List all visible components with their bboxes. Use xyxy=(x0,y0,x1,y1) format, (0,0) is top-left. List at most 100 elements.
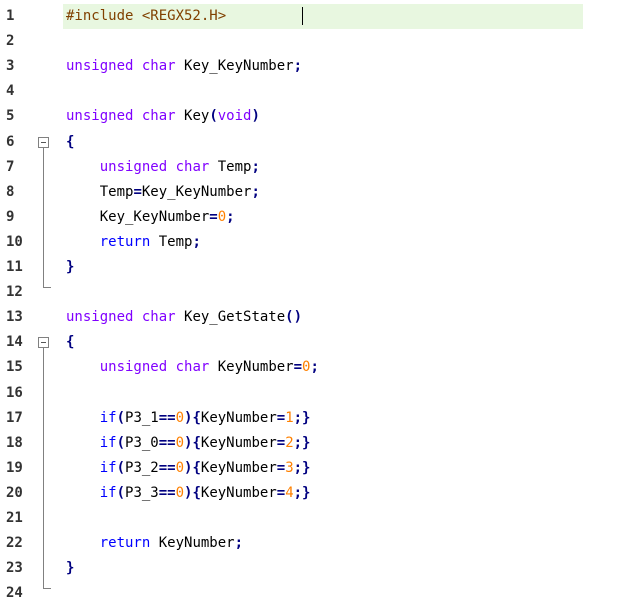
fold-end-marker xyxy=(43,581,51,590)
code-token: ; xyxy=(192,233,201,250)
code-line[interactable]: 18 if(P3_0==0){KeyNumber=2;} xyxy=(0,431,631,456)
fold-collapse-icon[interactable] xyxy=(38,136,49,148)
code-token: Key xyxy=(175,108,210,125)
code-line[interactable]: 4 xyxy=(0,79,631,104)
code-line-content[interactable]: unsigned char Temp; xyxy=(63,155,583,180)
code-line[interactable]: 20 if(P3_3==0){KeyNumber=4;} xyxy=(0,481,631,506)
code-token: = xyxy=(276,434,286,451)
code-text: #include <REGX52.H> xyxy=(66,4,226,29)
code-token: Temp xyxy=(66,183,134,200)
code-line-content[interactable]: if(P3_2==0){KeyNumber=3;} xyxy=(63,456,583,481)
code-text: { xyxy=(66,130,74,155)
code-line-content[interactable]: { xyxy=(63,330,583,355)
line-number: 10 xyxy=(6,233,23,250)
code-token: KeyNumber xyxy=(150,535,235,552)
code-line[interactable]: 17 if(P3_1==0){KeyNumber=1;} xyxy=(0,406,631,431)
code-line-content[interactable]: if(P3_0==0){KeyNumber=2;} xyxy=(63,431,583,456)
line-number: 19 xyxy=(6,459,23,476)
code-line[interactable]: 8 Temp=Key_KeyNumber; xyxy=(0,180,631,205)
code-line-content[interactable]: } xyxy=(63,255,583,280)
code-line[interactable]: 15 unsigned char KeyNumber=0; xyxy=(0,355,631,380)
code-token: } xyxy=(66,259,75,275)
code-line-content[interactable]: { xyxy=(63,130,583,155)
code-text: if(P3_3==0){KeyNumber=4;} xyxy=(66,481,311,506)
fold-collapse-icon[interactable] xyxy=(38,337,49,349)
code-token: unsigned xyxy=(66,309,134,326)
code-line-content[interactable] xyxy=(63,79,583,104)
code-line[interactable]: 24 xyxy=(0,581,631,606)
line-number: 1 xyxy=(6,8,15,24)
code-line[interactable]: 5 unsigned char Key(void) xyxy=(0,104,631,129)
code-line[interactable]: 16 xyxy=(0,381,631,406)
code-token: = xyxy=(276,409,286,426)
code-line-content[interactable]: Key_KeyNumber=0; xyxy=(63,205,583,230)
code-token: { xyxy=(66,334,75,351)
code-token: char xyxy=(141,108,176,125)
code-line[interactable]: 3 unsigned char Key_KeyNumber; xyxy=(0,54,631,79)
code-token: ;} xyxy=(293,459,311,476)
code-token: unsigned xyxy=(66,108,134,125)
code-line-content[interactable]: if(P3_1==0){KeyNumber=1;} xyxy=(63,406,583,431)
code-line-content[interactable]: return KeyNumber; xyxy=(63,531,583,556)
code-token: Temp xyxy=(209,158,252,175)
code-line-content[interactable]: return Temp; xyxy=(63,230,583,255)
line-number: 22 xyxy=(6,535,23,552)
code-token: Temp xyxy=(150,233,193,250)
code-text: unsigned char Key_KeyNumber; xyxy=(66,54,302,79)
code-token: P3_1 xyxy=(125,409,159,426)
code-line[interactable]: 10 return Temp; xyxy=(0,230,631,255)
code-line-content[interactable] xyxy=(63,581,583,606)
code-token: 0 xyxy=(175,409,185,426)
line-number: 5 xyxy=(6,108,15,125)
code-line-content[interactable] xyxy=(63,280,583,305)
code-line[interactable]: 2 xyxy=(0,29,631,54)
code-token: unsigned xyxy=(66,58,134,75)
code-line[interactable]: 13 unsigned char Key_GetState() xyxy=(0,305,631,330)
code-line-content[interactable] xyxy=(63,506,583,531)
code-token: if xyxy=(99,434,117,451)
code-text: if(P3_1==0){KeyNumber=1;} xyxy=(66,406,311,431)
code-line[interactable]: 12 xyxy=(0,280,631,305)
code-token: ( xyxy=(116,409,126,426)
code-token: KeyNumber xyxy=(200,409,277,426)
code-line[interactable]: 22 return KeyNumber; xyxy=(0,531,631,556)
code-token: ; xyxy=(310,359,319,376)
code-line-content[interactable]: Temp=Key_KeyNumber; xyxy=(63,180,583,205)
code-token: ;} xyxy=(293,409,311,426)
code-line[interactable]: 6{ xyxy=(0,130,631,155)
code-line[interactable]: 11} xyxy=(0,255,631,280)
code-token: #include <REGX52.H> xyxy=(66,8,227,24)
code-line-content[interactable]: unsigned char Key(void) xyxy=(63,104,583,129)
code-line-content[interactable]: unsigned char Key_KeyNumber; xyxy=(63,54,583,79)
code-token: ){ xyxy=(184,409,201,426)
code-token: P3_3 xyxy=(125,484,159,501)
code-line-content[interactable]: } xyxy=(63,556,583,581)
code-line-content[interactable] xyxy=(63,29,583,54)
code-line-content[interactable]: unsigned char KeyNumber=0; xyxy=(63,355,583,380)
code-line[interactable]: 19 if(P3_2==0){KeyNumber=3;} xyxy=(0,456,631,481)
code-line[interactable]: 7 unsigned char Temp; xyxy=(0,155,631,180)
code-line[interactable]: 14 { xyxy=(0,330,631,355)
code-line-content[interactable]: unsigned char Key_GetState() xyxy=(63,305,583,330)
code-line-content[interactable] xyxy=(63,381,583,406)
line-number: 23 xyxy=(6,560,23,577)
code-line[interactable]: 9 Key_KeyNumber=0; xyxy=(0,205,631,230)
code-line[interactable]: 21 xyxy=(0,506,631,531)
code-line[interactable]: 1 #include <REGX52.H> xyxy=(0,4,631,29)
code-line-content[interactable]: #include <REGX52.H> xyxy=(63,4,583,29)
code-line[interactable]: 23} xyxy=(0,556,631,581)
line-number: 7 xyxy=(6,158,15,175)
fold-guide-line xyxy=(43,147,44,281)
code-text: } xyxy=(66,556,74,581)
code-token: ){ xyxy=(184,484,201,501)
code-token: if xyxy=(99,409,117,426)
code-editor[interactable]: 1 #include <REGX52.H> 2 3 unsigned char Key_… xyxy=(0,0,631,611)
code-line-content[interactable]: if(P3_3==0){KeyNumber=4;} xyxy=(63,481,583,506)
